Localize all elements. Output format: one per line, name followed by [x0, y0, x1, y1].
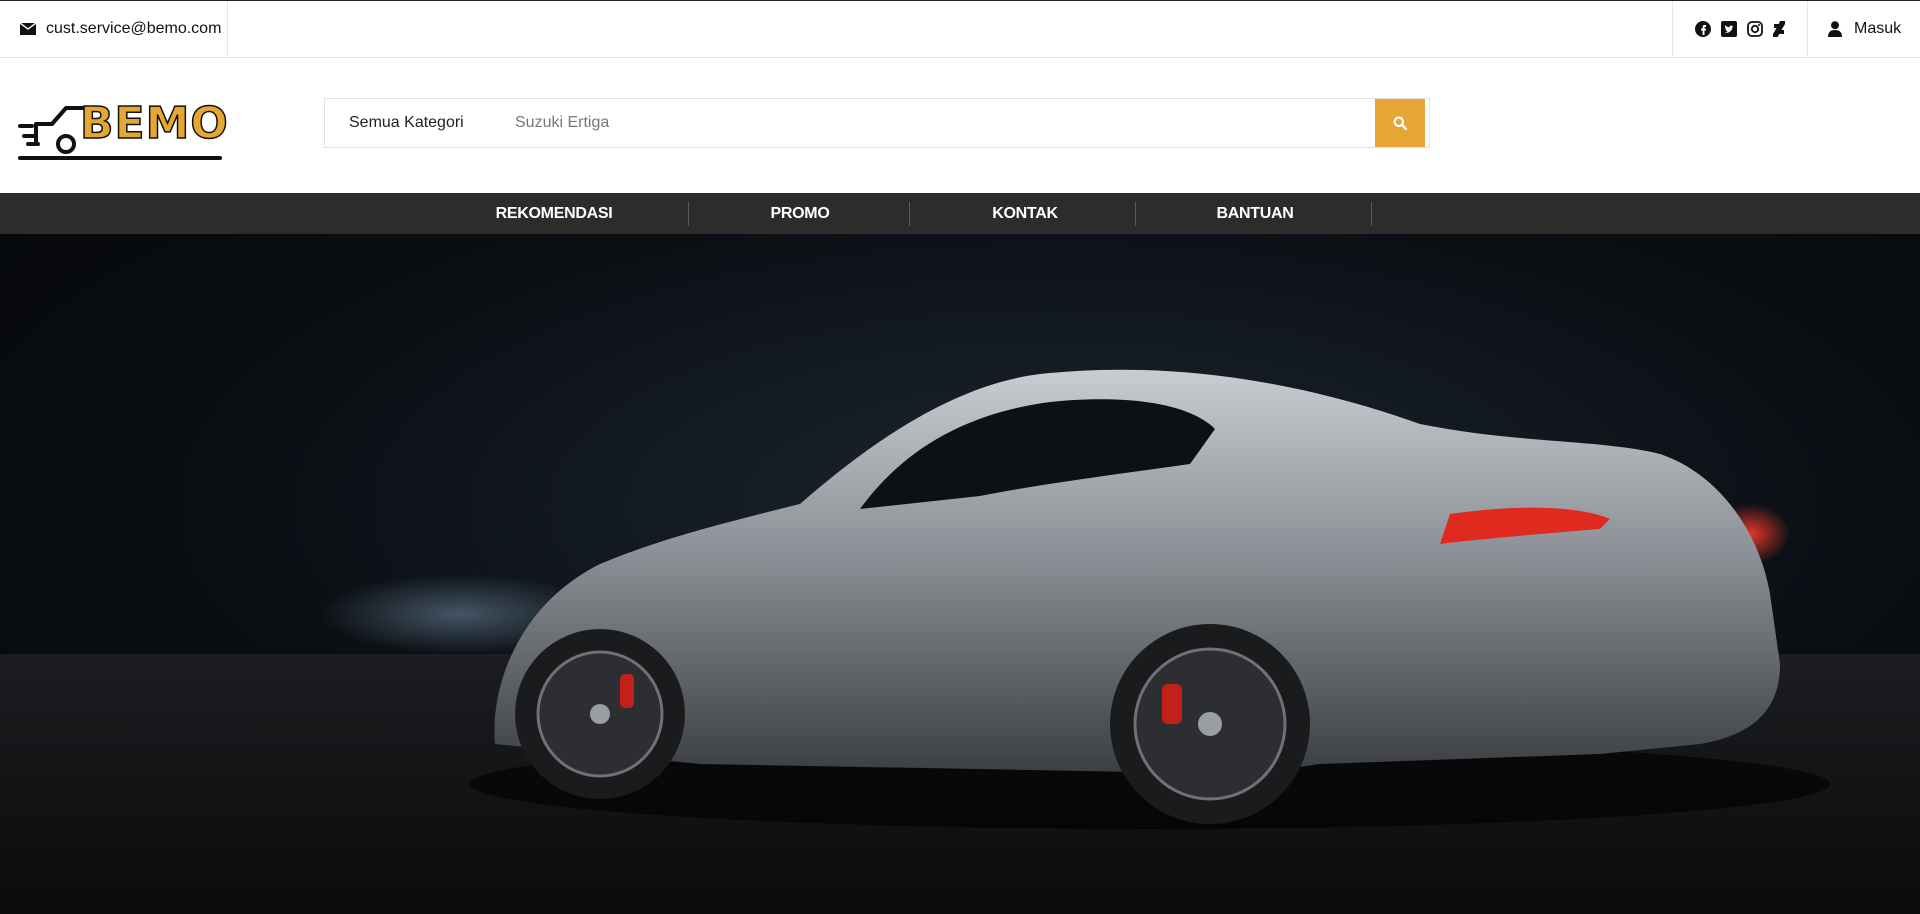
category-select[interactable]: Semua Kategori — [325, 114, 513, 132]
login-label: Masuk — [1854, 20, 1902, 37]
user-icon — [1828, 21, 1842, 37]
hero-car-image — [0, 369, 1920, 914]
search-icon — [1393, 116, 1407, 130]
hero-banner — [0, 234, 1920, 914]
nav-item-rekomendasi[interactable]: REKOMENDASI — [450, 193, 658, 234]
nav-divider — [1135, 202, 1136, 226]
search-input[interactable] — [513, 99, 1375, 147]
nav-divider — [688, 202, 689, 226]
nav-divider — [1371, 202, 1372, 226]
top-bar: cust.service@bemo.com Masuk — [0, 0, 1920, 58]
deviantart-icon[interactable] — [1773, 21, 1785, 37]
login-button[interactable]: Masuk — [1808, 1, 1920, 57]
logo-text: BEMO — [79, 97, 229, 150]
search-bar: Semua Kategori — [324, 98, 1430, 148]
nav-item-bantuan[interactable]: BANTUAN — [1175, 193, 1335, 234]
nav-item-kontak[interactable]: KONTAK — [945, 193, 1105, 234]
nav-divider — [909, 202, 910, 226]
nav-item-promo[interactable]: PROMO — [720, 193, 880, 234]
logo[interactable]: BEMO — [18, 96, 229, 160]
contact-email[interactable]: cust.service@bemo.com — [0, 1, 228, 57]
contact-email-text: cust.service@bemo.com — [46, 20, 222, 37]
instagram-icon[interactable] — [1747, 21, 1763, 37]
main-nav: REKOMENDASI PROMO KONTAK BANTUAN — [0, 193, 1920, 234]
twitter-icon[interactable] — [1721, 21, 1737, 37]
search-button[interactable] — [1375, 99, 1425, 147]
facebook-icon[interactable] — [1695, 21, 1711, 37]
envelope-icon — [20, 23, 36, 35]
social-links — [1672, 1, 1808, 57]
header: BEMO Semua Kategori — [0, 58, 1920, 193]
